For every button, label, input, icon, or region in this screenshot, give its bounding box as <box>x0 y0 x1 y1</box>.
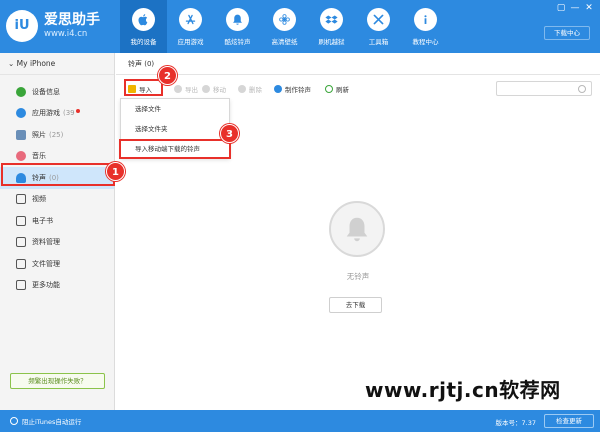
radio-icon <box>10 417 18 425</box>
app-store-icon <box>16 108 26 119</box>
tools-icon <box>367 8 390 31</box>
grid-icon <box>16 280 26 291</box>
nav-label: 高清壁纸 <box>271 38 298 46</box>
sidebar-item-label: 更多功能 <box>32 281 60 290</box>
nav-ringtones[interactable]: 酷炫铃声 <box>214 0 261 53</box>
device-name: My iPhone <box>16 59 56 68</box>
nav-tutorials[interactable]: 教程中心 <box>402 0 449 53</box>
sidebar-item-label: 资料管理 <box>32 238 60 247</box>
nav-toolbox[interactable]: 工具箱 <box>355 0 402 53</box>
sidebar-item-label: 电子书 <box>32 216 53 225</box>
watermark: www.rjtj.cn软荐网 <box>365 378 561 402</box>
sidebar-item-label: 视频 <box>32 195 46 204</box>
sidebar-item-label: 应用游戏 <box>32 109 60 118</box>
sidebar-item-count: (25) <box>49 130 64 139</box>
contacts-icon <box>16 237 26 248</box>
dropbox-icon <box>320 8 343 31</box>
app-store-icon <box>179 8 202 31</box>
nav-label: 工具箱 <box>368 38 389 46</box>
sidebar-item-label: 音乐 <box>32 152 46 161</box>
minimize-icon[interactable]: — <box>570 3 580 13</box>
step-1-callout: 1 <box>106 162 125 181</box>
status-bar: 阻止iTunes自动运行 版本号：7.37 检查更新 <box>0 410 600 432</box>
sidebar-item-label: 设备信息 <box>32 87 60 96</box>
sidebar: ⌄ My iPhone 设备信息 应用游戏 (39 照片 (25) 音乐 铃声 … <box>0 53 115 410</box>
app-title: 爱思助手 <box>44 12 100 28</box>
chevron-down-icon: ⌄ <box>8 59 17 68</box>
music-icon <box>16 151 26 162</box>
app-logo: iU 爱思助手 www.i4.cn <box>6 8 116 44</box>
sidebar-item-count: (39 <box>63 109 75 118</box>
bell-icon <box>226 8 249 31</box>
sidebar-item-file-management[interactable]: 文件管理 <box>0 253 114 275</box>
main-panel: 铃声 (0) 导入 导出 移动 删除 制作铃声 刷新 选择文件 选择文件夹 导入… <box>116 53 600 410</box>
sidebar-item-device-info[interactable]: 设备信息 <box>0 81 114 103</box>
nav-label: 酷炫铃声 <box>224 38 251 46</box>
step-3-callout: 3 <box>220 124 239 143</box>
sidebar-item-label: 文件管理 <box>32 259 60 268</box>
step-2-callout: 2 <box>158 66 177 85</box>
nav-label: 应用游戏 <box>177 38 204 46</box>
info-icon <box>414 8 437 31</box>
apple-icon <box>132 8 155 31</box>
sidebar-item-apps[interactable]: 应用游戏 (39 <box>0 103 114 125</box>
nav-label: 教程中心 <box>412 38 439 46</box>
sidebar-item-videos[interactable]: 视频 <box>0 189 114 211</box>
video-icon <box>16 194 26 205</box>
logo-badge: iU <box>6 10 38 42</box>
empty-state: 无铃声 去下载 <box>116 53 600 410</box>
itunes-toggle[interactable]: 阻止iTunes自动运行 <box>10 416 81 426</box>
folder-icon <box>16 258 26 269</box>
close-icon[interactable]: ✕ <box>584 3 594 13</box>
nav-label: 刷机越狱 <box>318 38 345 46</box>
version-label: 版本号：7.37 <box>495 419 536 427</box>
empty-message: 无铃声 <box>346 272 370 281</box>
bell-icon <box>329 201 385 257</box>
ringtone-highlight <box>1 163 115 186</box>
sidebar-item-label: 照片 <box>32 130 46 139</box>
download-center-button[interactable]: 下载中心 <box>544 26 590 40</box>
go-download-button[interactable]: 去下载 <box>329 297 382 313</box>
check-update-button[interactable]: 检查更新 <box>544 414 594 428</box>
device-selector[interactable]: ⌄ My iPhone <box>0 53 114 75</box>
nav-label: 我的设备 <box>130 38 157 46</box>
settings-icon[interactable]: ▢ <box>556 3 566 13</box>
sidebar-item-ebooks[interactable]: 电子书 <box>0 210 114 232</box>
itunes-label: 阻止iTunes自动运行 <box>22 418 82 426</box>
info-icon <box>16 86 26 97</box>
nav-apps-games[interactable]: 应用游戏 <box>167 0 214 53</box>
main-nav: 我的设备 应用游戏 酷炫铃声 高清壁纸 刷机越狱 工具箱 教程中心 <box>120 0 449 53</box>
nav-flash-jailbreak[interactable]: 刷机越狱 <box>308 0 355 53</box>
photo-icon <box>16 129 26 140</box>
flower-icon <box>273 8 296 31</box>
app-url: www.i4.cn <box>44 29 88 39</box>
nav-wallpapers[interactable]: 高清壁纸 <box>261 0 308 53</box>
notification-dot <box>75 109 80 114</box>
sidebar-item-photos[interactable]: 照片 (25) <box>0 124 114 146</box>
book-icon <box>16 215 26 226</box>
nav-my-device[interactable]: 我的设备 <box>120 0 167 53</box>
help-button[interactable]: 频繁出现操作失败？ <box>10 373 105 389</box>
sidebar-item-data-management[interactable]: 资料管理 <box>0 232 114 254</box>
window-controls: ▢ — ✕ <box>556 3 594 13</box>
sidebar-item-more[interactable]: 更多功能 <box>0 275 114 297</box>
app-header: iU 爱思助手 www.i4.cn 我的设备 应用游戏 酷炫铃声 高清壁纸 刷机… <box>0 0 600 53</box>
